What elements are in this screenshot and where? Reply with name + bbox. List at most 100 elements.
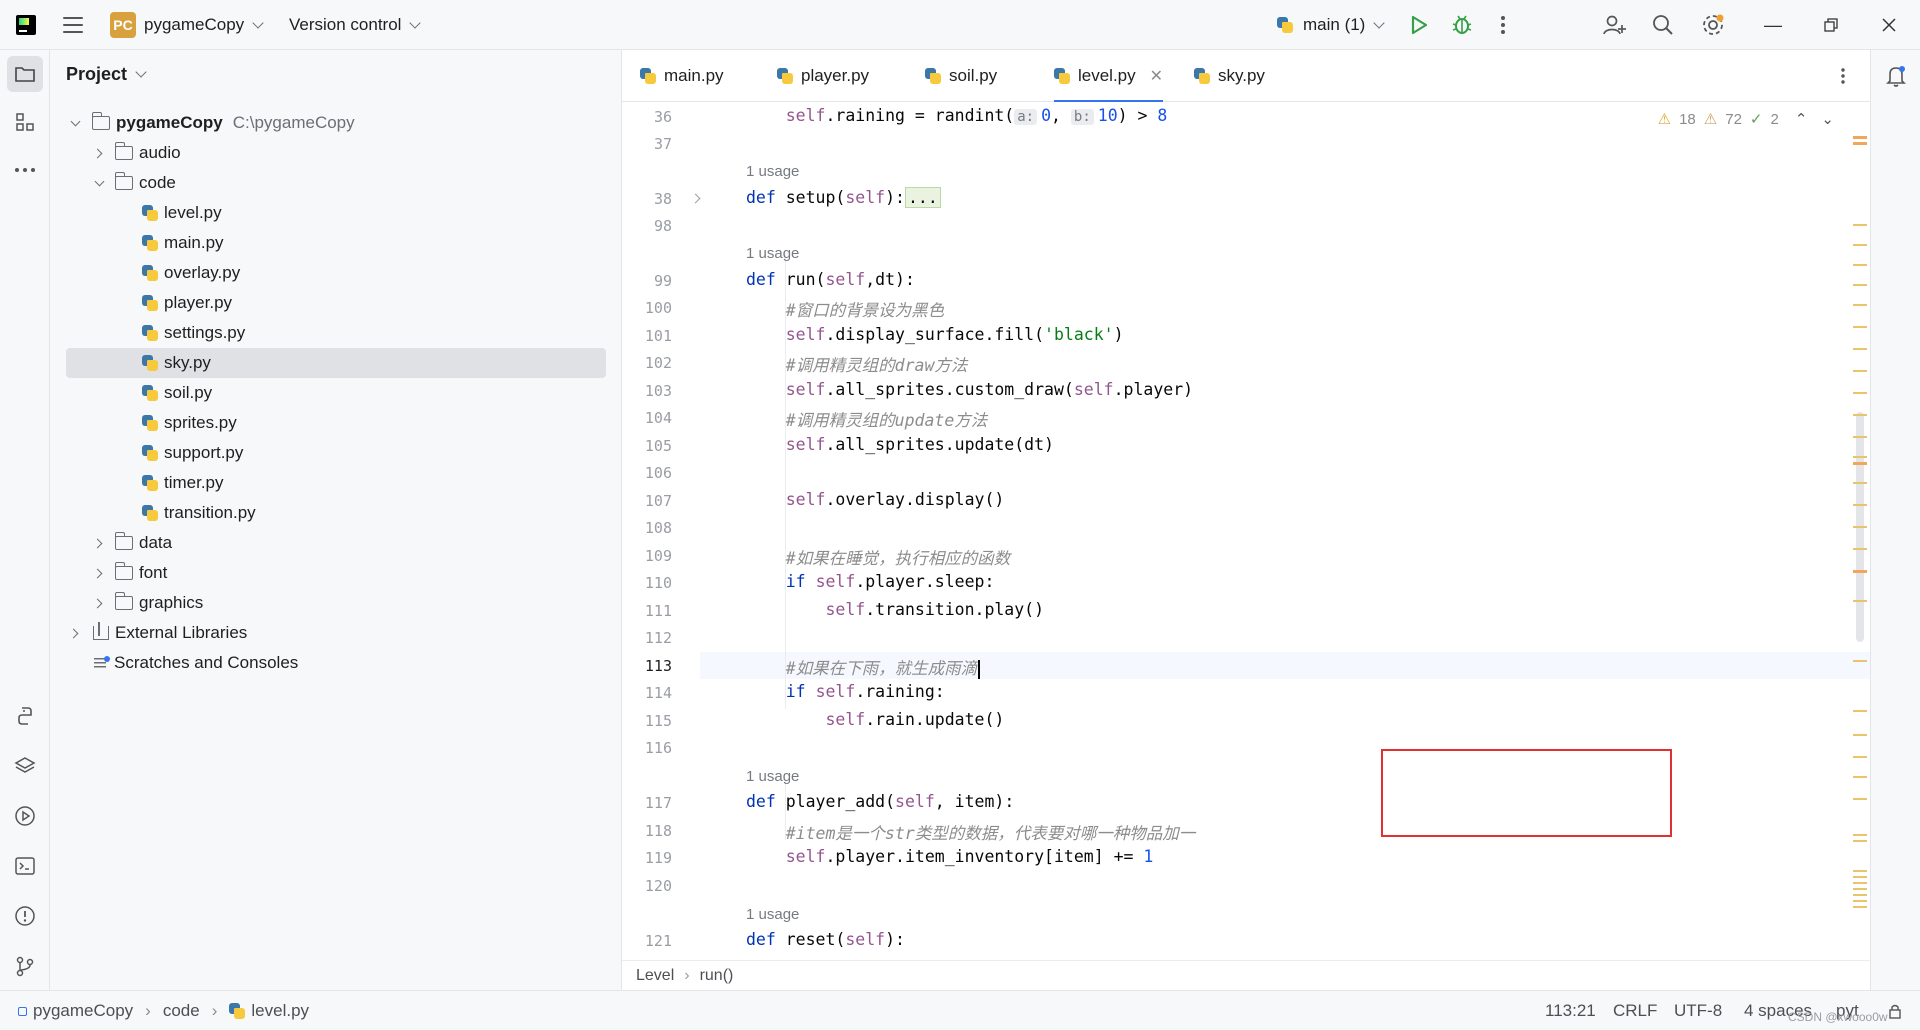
stripe-mark[interactable] (1853, 710, 1867, 712)
stripe-mark[interactable] (1853, 570, 1867, 573)
chevron-up-icon[interactable]: ⌃ (1795, 110, 1808, 128)
tree-item-file[interactable]: main.py (50, 228, 622, 258)
git-button[interactable] (7, 948, 43, 984)
stripe-mark[interactable] (1853, 840, 1867, 842)
stripe-mark[interactable] (1853, 456, 1867, 458)
more-tools-button[interactable] (7, 152, 43, 188)
stripe-mark[interactable] (1853, 798, 1867, 800)
stripe-mark[interactable] (1853, 548, 1867, 550)
notifications-button[interactable] (1878, 58, 1914, 94)
services-button[interactable] (7, 798, 43, 834)
tree-item-scratches[interactable]: Scratches and Consoles (50, 648, 622, 678)
more-actions-button[interactable] (1500, 0, 1506, 50)
project-switcher[interactable]: PC pygameCopy (110, 0, 264, 50)
stripe-mark[interactable] (1853, 392, 1867, 394)
run-button[interactable] (1410, 0, 1428, 50)
tree-item-file-selected[interactable]: sky.py (66, 348, 606, 378)
tab-player-py[interactable]: player.py (777, 50, 869, 102)
stripe-mark[interactable] (1853, 660, 1867, 662)
tab-soil-py[interactable]: soil.py (925, 50, 997, 102)
status-project[interactable]: pygameCopy (33, 1001, 133, 1021)
stripe-mark[interactable] (1853, 264, 1867, 266)
stripe-mark[interactable] (1853, 142, 1867, 145)
stripe-mark[interactable] (1853, 888, 1867, 890)
stripe-mark[interactable] (1853, 244, 1867, 246)
stripe-mark[interactable] (1853, 776, 1867, 778)
stripe-mark[interactable] (1853, 894, 1867, 896)
terminal-button[interactable] (7, 848, 43, 884)
project-tool-button[interactable] (7, 56, 43, 92)
tree-item-file[interactable]: sprites.py (50, 408, 622, 438)
stripe-mark[interactable] (1853, 414, 1867, 416)
breadcrumb-class[interactable]: Level (636, 967, 674, 985)
settings-button[interactable] (1701, 0, 1725, 50)
debug-button[interactable] (1451, 0, 1473, 50)
code-editor[interactable]: ⚠ 18 ⚠ 72 ✓ 2 ⌃ ⌄ 36 37 38 98 99 100 101 10… (622, 102, 1870, 960)
stripe-mark[interactable] (1853, 600, 1867, 602)
pycharm-logo-icon[interactable] (16, 0, 36, 50)
tree-item-code[interactable]: code (50, 168, 622, 198)
stripe-mark[interactable] (1853, 462, 1867, 465)
stripe-mark[interactable] (1853, 136, 1867, 139)
tab-options-button[interactable] (1840, 50, 1846, 102)
stripe-mark[interactable] (1853, 284, 1867, 286)
status-file[interactable]: level.py (251, 1001, 309, 1021)
stripe-mark[interactable] (1853, 900, 1867, 902)
tree-item-file[interactable]: overlay.py (50, 258, 622, 288)
inspection-widget[interactable]: ⚠ 18 ⚠ 72 ✓ 2 ⌃ ⌄ (1658, 110, 1834, 129)
stripe-mark[interactable] (1853, 734, 1867, 736)
file-encoding[interactable]: UTF-8 (1674, 991, 1722, 1030)
layers-button[interactable] (7, 748, 43, 784)
search-button[interactable] (1652, 0, 1674, 50)
tree-item-graphics[interactable]: graphics (50, 588, 622, 618)
tree-item-external-libraries[interactable]: External Libraries (50, 618, 622, 648)
tab-main-py[interactable]: main.py (640, 50, 724, 102)
tree-root[interactable]: pygameCopy C:\pygameCopy (50, 108, 622, 138)
tree-item-audio[interactable]: audio (50, 138, 622, 168)
tab-sky-py[interactable]: sky.py (1194, 50, 1265, 102)
close-window-button[interactable] (1861, 0, 1917, 50)
stripe-mark[interactable] (1853, 756, 1867, 758)
stripe-mark[interactable] (1853, 504, 1867, 506)
stripe-mark[interactable] (1853, 348, 1867, 350)
code-with-me-button[interactable] (1602, 0, 1626, 50)
stripe-mark[interactable] (1853, 870, 1867, 872)
problems-button[interactable] (7, 898, 43, 934)
usage-hint[interactable]: 1 usage (746, 768, 799, 785)
tree-item-file[interactable]: transition.py (50, 498, 622, 528)
stripe-mark[interactable] (1853, 906, 1867, 908)
structure-tool-button[interactable] (7, 104, 43, 140)
stripe-mark[interactable] (1853, 326, 1867, 328)
stripe-mark[interactable] (1853, 882, 1867, 884)
usage-hint[interactable]: 1 usage (746, 163, 799, 180)
tree-item-file[interactable]: settings.py (50, 318, 622, 348)
tab-level-py[interactable]: level.py ✕ (1054, 50, 1164, 103)
stripe-mark[interactable] (1853, 370, 1867, 372)
close-tab-icon[interactable]: ✕ (1150, 66, 1163, 86)
run-config-selector[interactable]: main (1) (1277, 0, 1386, 50)
line-separator[interactable]: CRLF (1613, 991, 1657, 1030)
tree-item-data[interactable]: data (50, 528, 622, 558)
restore-button[interactable] (1803, 0, 1859, 50)
caret-position[interactable]: 113:21 (1545, 991, 1596, 1030)
usage-hint[interactable]: 1 usage (746, 906, 799, 923)
project-view-selector[interactable]: Project (66, 64, 147, 85)
tree-item-file[interactable]: support.py (50, 438, 622, 468)
lock-icon[interactable] (1888, 991, 1902, 1030)
usage-hint[interactable]: 1 usage (746, 245, 799, 262)
python-packages-button[interactable] (7, 698, 43, 734)
breadcrumb-method[interactable]: run() (700, 967, 734, 985)
status-folder[interactable]: code (163, 1001, 200, 1021)
tree-item-file[interactable]: player.py (50, 288, 622, 318)
tree-item-file[interactable]: level.py (50, 198, 622, 228)
chevron-down-icon[interactable]: ⌄ (1821, 110, 1834, 128)
stripe-mark[interactable] (1853, 224, 1867, 226)
stripe-mark[interactable] (1853, 876, 1867, 878)
stripe-mark[interactable] (1853, 834, 1867, 836)
minimize-button[interactable]: — (1745, 0, 1801, 50)
tree-item-file[interactable]: timer.py (50, 468, 622, 498)
version-control-menu[interactable]: Version control (289, 0, 422, 50)
tree-item-font[interactable]: font (50, 558, 622, 588)
stripe-mark[interactable] (1853, 304, 1867, 306)
stripe-mark[interactable] (1853, 526, 1867, 528)
